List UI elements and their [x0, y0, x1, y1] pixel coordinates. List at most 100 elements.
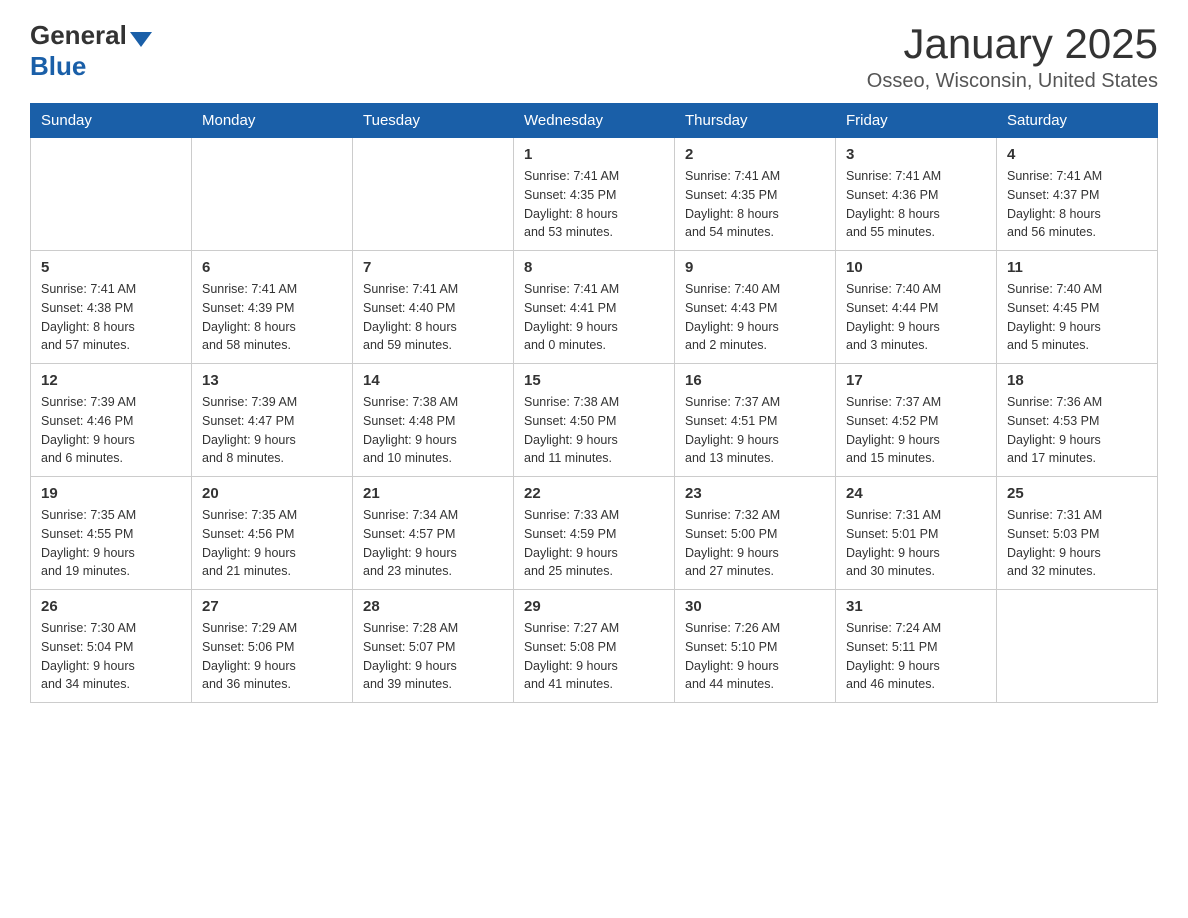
- day-cell: 7 Sunrise: 7:41 AM Sunset: 4:40 PM Daylig…: [353, 251, 514, 364]
- day-info: Sunrise: 7:38 AM Sunset: 4:48 PM Dayligh…: [363, 393, 503, 468]
- day-cell: 3 Sunrise: 7:41 AM Sunset: 4:36 PM Daylig…: [836, 138, 997, 251]
- day-number: 3: [846, 146, 986, 163]
- day-cell: 28Sunrise: 7:28 AM Sunset: 5:07 PM Dayli…: [353, 590, 514, 703]
- day-cell: 31 Sunrise: 7:24 AM Sunset: 5:11 PM Dayli…: [836, 590, 997, 703]
- day-info: Sunrise: 7:35 AM Sunset: 4:55 PM Dayligh…: [41, 506, 181, 581]
- day-cell: [997, 590, 1158, 703]
- calendar-table: SundayMondayTuesdayWednesdayThursdayFrid…: [30, 103, 1158, 703]
- day-number: 25: [1007, 485, 1147, 502]
- day-cell: [192, 138, 353, 251]
- day-cell: [353, 138, 514, 251]
- logo: General Blue: [30, 20, 152, 82]
- day-cell: 18 Sunrise: 7:36 AM Sunset: 4:53 PM Dayli…: [997, 364, 1158, 477]
- day-cell: 5 Sunrise: 7:41 AM Sunset: 4:38 PM Daylig…: [31, 251, 192, 364]
- day-cell: 30 Sunrise: 7:26 AM Sunset: 5:10 PM Dayli…: [675, 590, 836, 703]
- day-info: Sunrise: 7:37 AM Sunset: 4:51 PM Dayligh…: [685, 393, 825, 468]
- day-number: 31: [846, 598, 986, 615]
- day-cell: 4Sunrise: 7:41 AM Sunset: 4:37 PM Daylig…: [997, 138, 1158, 251]
- day-info: Sunrise: 7:40 AM Sunset: 4:44 PM Dayligh…: [846, 280, 986, 355]
- day-info: Sunrise: 7:41 AM Sunset: 4:41 PM Dayligh…: [524, 280, 664, 355]
- day-cell: 1Sunrise: 7:41 AM Sunset: 4:35 PM Daylig…: [514, 138, 675, 251]
- day-info: Sunrise: 7:41 AM Sunset: 4:36 PM Dayligh…: [846, 167, 986, 242]
- header-cell-thursday: Thursday: [675, 104, 836, 138]
- day-cell: 23 Sunrise: 7:32 AM Sunset: 5:00 PM Dayli…: [675, 477, 836, 590]
- day-number: 29: [524, 598, 664, 615]
- day-info: Sunrise: 7:41 AM Sunset: 4:40 PM Dayligh…: [363, 280, 503, 355]
- day-number: 30: [685, 598, 825, 615]
- day-cell: 27 Sunrise: 7:29 AM Sunset: 5:06 PM Dayli…: [192, 590, 353, 703]
- calendar-header: SundayMondayTuesdayWednesdayThursdayFrid…: [31, 104, 1158, 138]
- day-info: Sunrise: 7:29 AM Sunset: 5:06 PM Dayligh…: [202, 619, 342, 694]
- day-cell: 9 Sunrise: 7:40 AM Sunset: 4:43 PM Daylig…: [675, 251, 836, 364]
- day-cell: 10 Sunrise: 7:40 AM Sunset: 4:44 PM Dayli…: [836, 251, 997, 364]
- day-number: 12: [41, 372, 181, 389]
- day-number: 23: [685, 485, 825, 502]
- day-cell: 13 Sunrise: 7:39 AM Sunset: 4:47 PM Dayli…: [192, 364, 353, 477]
- day-number: 16: [685, 372, 825, 389]
- day-info: Sunrise: 7:36 AM Sunset: 4:53 PM Dayligh…: [1007, 393, 1147, 468]
- day-number: 19: [41, 485, 181, 502]
- day-cell: 26 Sunrise: 7:30 AM Sunset: 5:04 PM Dayli…: [31, 590, 192, 703]
- week-row-3: 12 Sunrise: 7:39 AM Sunset: 4:46 PM Dayli…: [31, 364, 1158, 477]
- day-info: Sunrise: 7:35 AM Sunset: 4:56 PM Dayligh…: [202, 506, 342, 581]
- day-number: 5: [41, 259, 181, 276]
- header: General Blue January 2025 Osseo, Wiscons…: [30, 20, 1158, 93]
- day-info: Sunrise: 7:27 AM Sunset: 5:08 PM Dayligh…: [524, 619, 664, 694]
- day-info: Sunrise: 7:28 AM Sunset: 5:07 PM Dayligh…: [363, 619, 503, 694]
- day-cell: 2 Sunrise: 7:41 AM Sunset: 4:35 PM Daylig…: [675, 138, 836, 251]
- week-row-4: 19 Sunrise: 7:35 AM Sunset: 4:55 PM Dayli…: [31, 477, 1158, 590]
- day-cell: 17 Sunrise: 7:37 AM Sunset: 4:52 PM Dayli…: [836, 364, 997, 477]
- calendar-subtitle: Osseo, Wisconsin, United States: [867, 70, 1158, 93]
- day-number: 26: [41, 598, 181, 615]
- calendar-body: 1Sunrise: 7:41 AM Sunset: 4:35 PM Daylig…: [31, 138, 1158, 703]
- day-cell: 22Sunrise: 7:33 AM Sunset: 4:59 PM Dayli…: [514, 477, 675, 590]
- day-cell: 15 Sunrise: 7:38 AM Sunset: 4:50 PM Dayli…: [514, 364, 675, 477]
- day-info: Sunrise: 7:41 AM Sunset: 4:38 PM Dayligh…: [41, 280, 181, 355]
- day-number: 10: [846, 259, 986, 276]
- header-cell-tuesday: Tuesday: [353, 104, 514, 138]
- day-info: Sunrise: 7:37 AM Sunset: 4:52 PM Dayligh…: [846, 393, 986, 468]
- day-number: 17: [846, 372, 986, 389]
- day-info: Sunrise: 7:39 AM Sunset: 4:47 PM Dayligh…: [202, 393, 342, 468]
- day-number: 18: [1007, 372, 1147, 389]
- day-cell: 16 Sunrise: 7:37 AM Sunset: 4:51 PM Dayli…: [675, 364, 836, 477]
- day-info: Sunrise: 7:41 AM Sunset: 4:35 PM Dayligh…: [685, 167, 825, 242]
- day-number: 6: [202, 259, 342, 276]
- day-number: 2: [685, 146, 825, 163]
- day-number: 20: [202, 485, 342, 502]
- day-number: 14: [363, 372, 503, 389]
- day-info: Sunrise: 7:26 AM Sunset: 5:10 PM Dayligh…: [685, 619, 825, 694]
- day-info: Sunrise: 7:30 AM Sunset: 5:04 PM Dayligh…: [41, 619, 181, 694]
- week-row-1: 1Sunrise: 7:41 AM Sunset: 4:35 PM Daylig…: [31, 138, 1158, 251]
- week-row-2: 5 Sunrise: 7:41 AM Sunset: 4:38 PM Daylig…: [31, 251, 1158, 364]
- header-cell-friday: Friday: [836, 104, 997, 138]
- day-cell: 8 Sunrise: 7:41 AM Sunset: 4:41 PM Daylig…: [514, 251, 675, 364]
- day-number: 27: [202, 598, 342, 615]
- day-info: Sunrise: 7:32 AM Sunset: 5:00 PM Dayligh…: [685, 506, 825, 581]
- day-number: 7: [363, 259, 503, 276]
- day-number: 11: [1007, 259, 1147, 276]
- day-cell: 24 Sunrise: 7:31 AM Sunset: 5:01 PM Dayli…: [836, 477, 997, 590]
- day-cell: 12 Sunrise: 7:39 AM Sunset: 4:46 PM Dayli…: [31, 364, 192, 477]
- logo-general-text: General: [30, 20, 127, 51]
- day-info: Sunrise: 7:39 AM Sunset: 4:46 PM Dayligh…: [41, 393, 181, 468]
- day-cell: 14 Sunrise: 7:38 AM Sunset: 4:48 PM Dayli…: [353, 364, 514, 477]
- day-info: Sunrise: 7:40 AM Sunset: 4:43 PM Dayligh…: [685, 280, 825, 355]
- logo-triangle-icon: [130, 32, 152, 47]
- day-info: Sunrise: 7:24 AM Sunset: 5:11 PM Dayligh…: [846, 619, 986, 694]
- header-cell-sunday: Sunday: [31, 104, 192, 138]
- day-number: 15: [524, 372, 664, 389]
- day-cell: 20 Sunrise: 7:35 AM Sunset: 4:56 PM Dayli…: [192, 477, 353, 590]
- day-number: 9: [685, 259, 825, 276]
- title-area: January 2025 Osseo, Wisconsin, United St…: [867, 20, 1158, 93]
- day-cell: 29 Sunrise: 7:27 AM Sunset: 5:08 PM Dayli…: [514, 590, 675, 703]
- day-info: Sunrise: 7:34 AM Sunset: 4:57 PM Dayligh…: [363, 506, 503, 581]
- header-cell-wednesday: Wednesday: [514, 104, 675, 138]
- day-number: 8: [524, 259, 664, 276]
- day-info: Sunrise: 7:31 AM Sunset: 5:01 PM Dayligh…: [846, 506, 986, 581]
- day-number: 24: [846, 485, 986, 502]
- header-cell-saturday: Saturday: [997, 104, 1158, 138]
- day-number: 13: [202, 372, 342, 389]
- day-info: Sunrise: 7:38 AM Sunset: 4:50 PM Dayligh…: [524, 393, 664, 468]
- day-info: Sunrise: 7:40 AM Sunset: 4:45 PM Dayligh…: [1007, 280, 1147, 355]
